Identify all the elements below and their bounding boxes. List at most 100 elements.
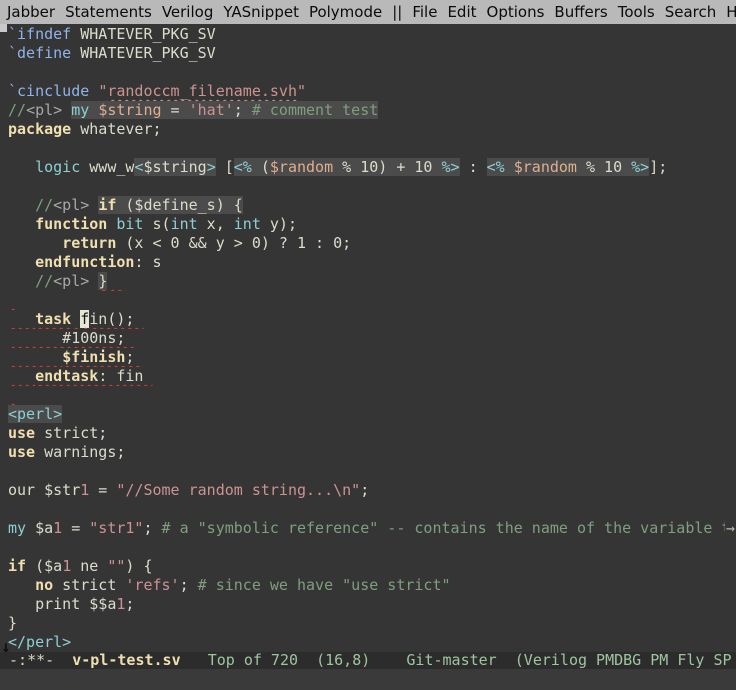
code-token: } <box>98 272 107 290</box>
code-token: function <box>35 215 107 233</box>
code-token: 'hat' <box>189 101 234 119</box>
code-token: $string <box>98 101 161 119</box>
code-line: task fin(); <box>8 310 736 329</box>
code-line: my $a1 = "str1"; # a "symbolic reference… <box>8 519 736 538</box>
code-token: % 10 <box>577 158 631 176</box>
code-line: `define WHATEVER_PKG_SV <box>8 44 736 63</box>
code-token <box>62 101 71 119</box>
code-token: // <box>8 101 26 119</box>
code-token: if <box>98 196 116 214</box>
menu-item-options[interactable]: Options <box>482 3 550 21</box>
code-line: our $str1 = "//Some random string...\n"; <box>8 481 736 500</box>
code-token <box>71 310 80 328</box>
code-token: s( <box>143 215 170 233</box>
echo-area: (verilog-mode) type:host span:348-411 cl… <box>0 669 736 690</box>
code-token: = <box>89 481 116 499</box>
code-token <box>8 272 35 290</box>
code-line: function bit s(int x, int y); <box>8 215 736 234</box>
code-token: = <box>162 101 189 119</box>
code-token: ; <box>125 595 134 613</box>
code-line: use warnings; <box>8 443 736 462</box>
code-token: return <box>62 234 116 252</box>
code-line <box>8 386 736 405</box>
code-token: <perl> <box>8 405 62 423</box>
code-line: } <box>8 614 736 633</box>
code-token: %> <box>442 158 460 176</box>
code-token <box>8 367 35 385</box>
code-line: endtask: fin <box>8 367 736 386</box>
code-token: y); <box>261 215 297 233</box>
code-token: int <box>171 215 198 233</box>
menu-item-file[interactable]: File <box>407 3 442 21</box>
code-token: ; <box>125 348 143 366</box>
code-token: 1 <box>80 481 89 499</box>
modeline-info[interactable]: Top of 720 (16,8) Git-master (Verilog PM… <box>181 652 732 669</box>
editor-buffer[interactable]: `ifndef WHATEVER_PKG_SV`define WHATEVER_… <box>0 24 736 652</box>
code-token <box>8 348 62 366</box>
code-token <box>89 196 98 214</box>
code-token: % 10) + 10 <box>333 158 441 176</box>
code-line <box>8 500 736 519</box>
menu-item-yasnippet[interactable]: YASnippet <box>218 3 304 21</box>
code-line: //<pl> my $string = 'hat'; # comment tes… <box>8 101 736 120</box>
code-line: $finish; <box>8 348 736 367</box>
code-token: print $$a <box>8 595 116 613</box>
code-line <box>8 63 736 82</box>
code-line <box>8 291 736 310</box>
menu-item-statements[interactable]: Statements <box>60 3 157 21</box>
code-token: #100ns; <box>8 329 134 347</box>
code-token: $string <box>143 158 206 176</box>
menu-item-jabber[interactable]: Jabber <box>2 3 60 21</box>
code-token: <pl> <box>53 196 89 214</box>
code-token: logic <box>35 158 80 176</box>
code-line: if ($a1 ne "") { <box>8 557 736 576</box>
code-token: use <box>8 443 35 461</box>
code-token: my <box>71 101 89 119</box>
mode-line[interactable]: -:**- v-pl-test.sv Top of 720 (16,8) Git… <box>0 652 736 669</box>
code-token: ( <box>252 158 270 176</box>
code-token <box>8 576 35 594</box>
code-token: ($a <box>26 557 62 575</box>
code-token: = <box>62 519 89 537</box>
menu-item-verilog[interactable]: Verilog <box>157 3 219 21</box>
code-token: whatever; <box>71 120 161 138</box>
code-token: 'refs' <box>125 576 179 594</box>
code-token: `ifndef <box>8 25 71 43</box>
code-line <box>8 177 736 196</box>
code-token <box>89 272 98 290</box>
code-line: use strict; <box>8 424 736 443</box>
code-token <box>505 158 514 176</box>
code-token: > <box>207 158 216 176</box>
code-line: return (x < 0 && y > 0) ? 1 : 0; <box>8 234 736 253</box>
menu-item-tools[interactable]: Tools <box>613 3 660 21</box>
code-token: 1 <box>62 557 71 575</box>
code-token: endfunction <box>35 253 134 271</box>
continuation-arrow-icon: ↓ <box>1 637 11 656</box>
menu-item-polymode[interactable]: Polymode <box>304 3 387 21</box>
modeline-info[interactable]: -:**- <box>0 652 72 669</box>
code-line <box>8 538 736 557</box>
menu-item-edit[interactable]: Edit <box>442 3 481 21</box>
code-token: " <box>98 82 107 100</box>
code-token: task <box>35 310 71 328</box>
menu-item-search[interactable]: Search <box>660 3 722 21</box>
code-line: print $$a1; <box>8 595 736 614</box>
code-token: </perl> <box>8 633 71 651</box>
code-token: ; <box>143 519 161 537</box>
code-token <box>8 310 35 328</box>
code-token: : fin <box>98 367 152 385</box>
menu-item-buffers[interactable]: Buffers <box>549 3 612 21</box>
code-token: <pl> <box>53 272 89 290</box>
code-token: <% <box>487 158 505 176</box>
code-token: : s <box>134 253 161 271</box>
code-token <box>8 386 17 404</box>
code-line: </perl> <box>8 633 736 652</box>
menu-item-help[interactable]: Help <box>721 3 736 21</box>
code-token: %> <box>631 158 649 176</box>
code-token: "//Some random string...\n" <box>116 481 360 499</box>
code-token: use <box>8 424 35 442</box>
code-token: ; <box>180 576 198 594</box>
menu-item-separator[interactable]: || <box>387 3 407 21</box>
code-token: WHATEVER_PKG_SV <box>71 25 216 43</box>
modeline-buffer-name[interactable]: v-pl-test.sv <box>72 652 180 669</box>
